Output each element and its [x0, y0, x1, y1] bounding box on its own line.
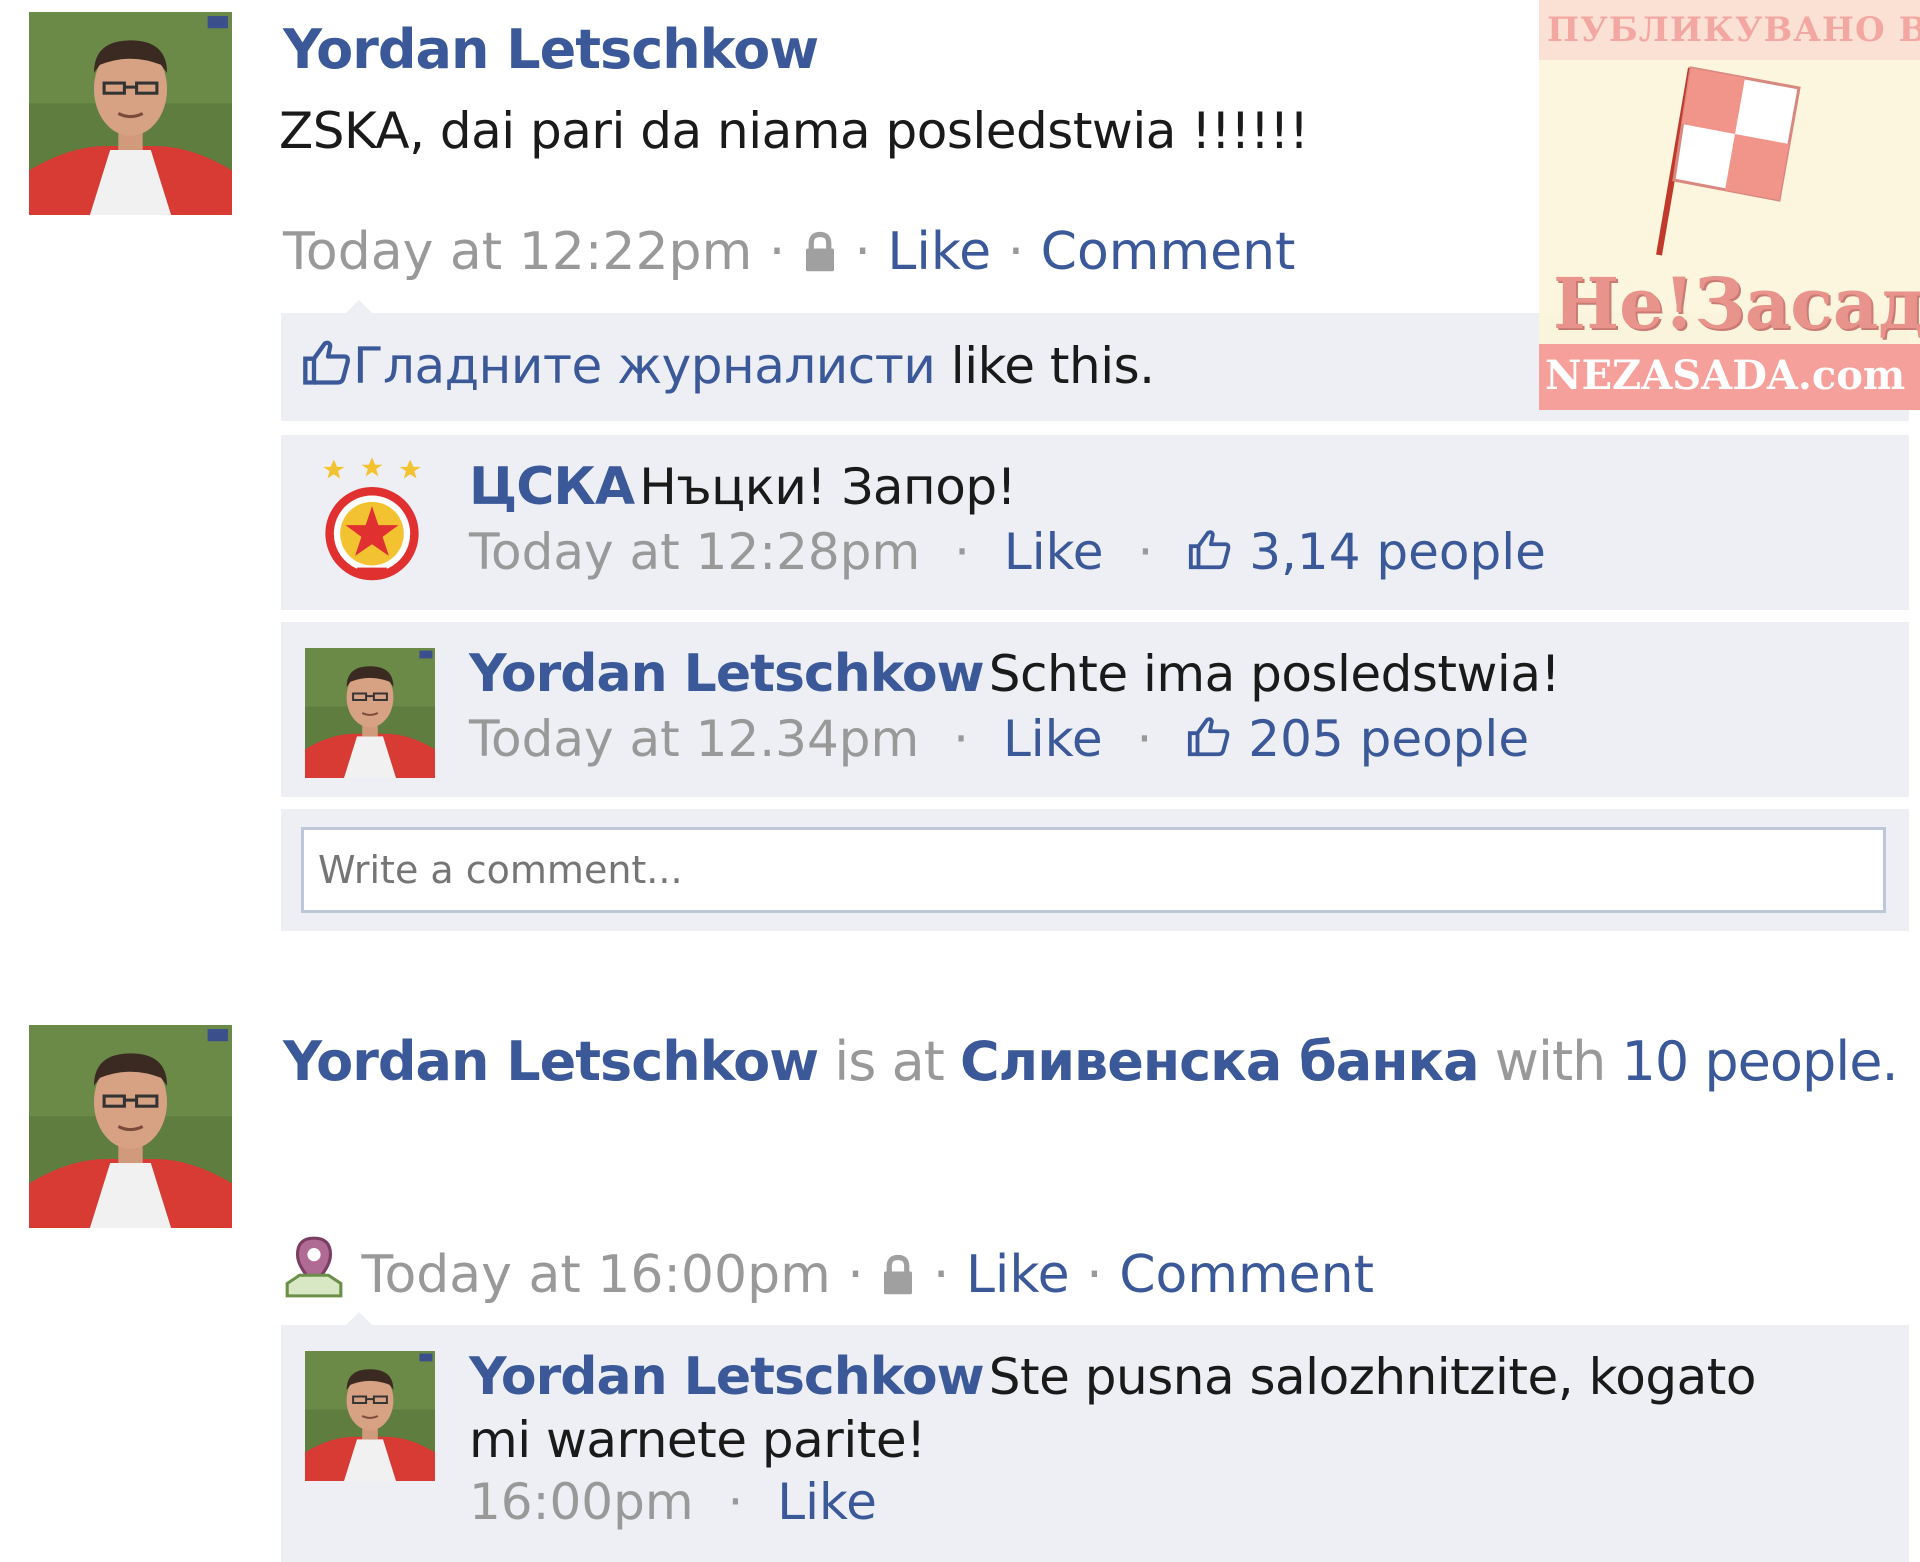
post1-like-link[interactable]: Like	[887, 222, 991, 282]
avatar-photo	[305, 1351, 435, 1481]
post1-meta: Today at 12:22pm · · Like · Comment	[283, 222, 1295, 282]
comment-author-link[interactable]: Yordan Letschkow	[469, 1347, 985, 1407]
comments-notch	[345, 1312, 373, 1326]
post2-header: Yordan Letschkow is at Сливенска банка w…	[283, 1030, 1899, 1093]
cska-logo[interactable]	[319, 457, 425, 587]
thumbs-up-icon	[301, 337, 353, 389]
comments-notch	[345, 300, 373, 314]
comment-timestamp[interactable]: Today at 12.34pm	[469, 710, 919, 768]
separator: ·	[854, 222, 871, 282]
comment-text: Нъцки! Запор!	[639, 458, 1017, 516]
likes-suffix: like this.	[935, 337, 1155, 395]
comment-meta: 16:00pm · Like	[469, 1473, 877, 1531]
comment-composer	[281, 809, 1909, 931]
post2-with: with	[1494, 1030, 1607, 1093]
comment-item: ЦСКА Нъцки! Запор! Today at 12:28pm · Li…	[281, 435, 1909, 610]
post2-avatar[interactable]	[29, 1025, 232, 1228]
watermark-brand: Не!Засада	[1553, 262, 1920, 345]
avatar-photo	[29, 1025, 232, 1228]
comment-item: Yordan Letschkow Schte ima posledstwia! …	[281, 622, 1909, 797]
comment-likes-count[interactable]: 205 people	[1248, 710, 1529, 768]
post1-avatar[interactable]	[29, 12, 232, 215]
separator: ·	[932, 1245, 950, 1305]
comment-meta: Today at 12.34pm · Like · 205 people	[469, 710, 1529, 768]
separator: ·	[768, 222, 786, 282]
post1-comment-link[interactable]: Comment	[1041, 222, 1296, 282]
thumbs-up-icon	[1187, 527, 1233, 573]
comment-avatar[interactable]	[305, 1351, 435, 1481]
avatar-photo	[305, 648, 435, 778]
separator: ·	[1137, 523, 1154, 581]
likes-sentence: Гладните журналисти like this.	[301, 337, 1155, 395]
watermark-top-text: ПУБЛИКУВАНО В	[1547, 10, 1920, 50]
post2-timestamp[interactable]: Today at 16:00pm	[362, 1245, 831, 1305]
post1-text: ZSKA, dai pari da niama posledstwia !!!!…	[279, 102, 1309, 160]
lock-icon[interactable]	[802, 231, 838, 273]
post1-timestamp[interactable]: Today at 12:22pm	[283, 222, 752, 282]
watermark-url: NEZASADA.com	[1545, 352, 1906, 399]
separator: ·	[954, 523, 970, 581]
post2-author-link[interactable]: Yordan Letschkow	[283, 1030, 819, 1093]
comment-timestamp[interactable]: 16:00pm	[469, 1473, 694, 1531]
post1-author-link[interactable]: Yordan Letschkow	[283, 18, 819, 81]
avatar-photo	[29, 12, 232, 215]
comment-timestamp[interactable]: Today at 12:28pm	[469, 523, 920, 581]
post2-people-link[interactable]: 10 people.	[1622, 1030, 1899, 1093]
comment-meta: Today at 12:28pm · Like · 3,14 people	[469, 523, 1546, 581]
comment-likes-count[interactable]: 3,14 people	[1249, 523, 1546, 581]
comment-like-link[interactable]: Like	[777, 1473, 877, 1531]
post2-place-link[interactable]: Сливенска банка	[960, 1030, 1480, 1093]
comment-body: Yordan Letschkow Ste pusna salozhnitzite…	[469, 1347, 1756, 1407]
post2-meta: Today at 16:00pm · · Like · Comment	[283, 1234, 1374, 1305]
comment-like-link[interactable]: Like	[1004, 523, 1104, 581]
lock-icon[interactable]	[880, 1254, 916, 1296]
separator: ·	[953, 710, 970, 768]
comment-body: ЦСКА Нъцки! Запор!	[469, 457, 1017, 517]
comment-item: Yordan Letschkow Ste pusna salozhnitzite…	[281, 1325, 1909, 1562]
post2-comment-link[interactable]: Comment	[1119, 1245, 1374, 1305]
comment-avatar[interactable]	[305, 648, 435, 778]
location-pin-icon[interactable]	[283, 1234, 345, 1300]
post2-is-at: is at	[834, 1030, 945, 1093]
comment-author-link[interactable]: Yordan Letschkow	[469, 644, 985, 704]
cska-logo-icon	[323, 457, 421, 581]
thumbs-up-icon	[1186, 714, 1232, 760]
likers-link[interactable]: Гладните журналисти	[353, 337, 936, 395]
separator: ·	[1086, 1245, 1103, 1305]
comment-text-continued: mi warnete parite!	[469, 1411, 926, 1469]
separator: ·	[1136, 710, 1153, 768]
nezasada-watermark: ПУБЛИКУВАНО В Не!Засада NEZASADA.com	[1539, 0, 1920, 410]
post2-like-link[interactable]: Like	[966, 1245, 1070, 1305]
separator: ·	[1007, 222, 1025, 282]
comment-author-link[interactable]: ЦСКА	[469, 457, 635, 517]
flag-logo	[1656, 66, 1801, 256]
write-comment-input[interactable]	[301, 827, 1886, 913]
separator: ·	[727, 1473, 744, 1531]
comment-like-link[interactable]: Like	[1003, 710, 1103, 768]
comment-text: Schte ima posledstwia!	[988, 645, 1561, 703]
comment-body: Yordan Letschkow Schte ima posledstwia!	[469, 644, 1561, 704]
separator: ·	[847, 1245, 864, 1305]
comment-text: Ste pusna salozhnitzite, kogato	[988, 1348, 1757, 1406]
